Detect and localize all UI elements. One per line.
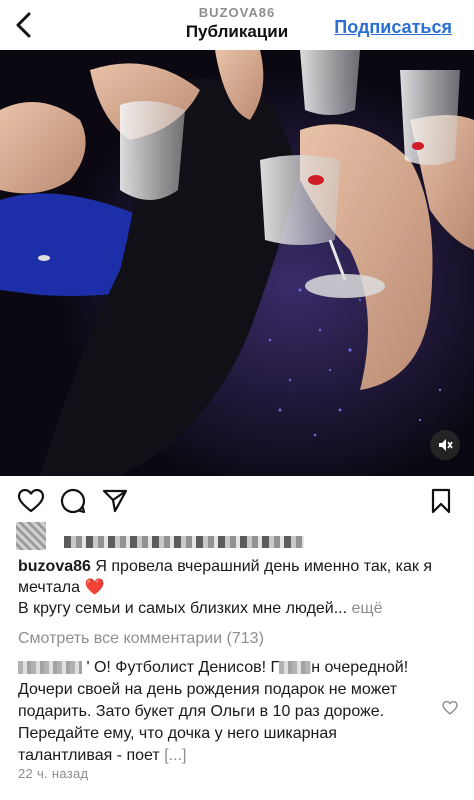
liked-by-row[interactable]: [16, 521, 304, 551]
top-bar: BUZOVA86 Публикации Подписаться: [0, 0, 474, 48]
comment-icon: [60, 488, 86, 514]
heart-icon: [18, 489, 44, 513]
liked-by-text-blurred: [64, 536, 304, 548]
share-button[interactable]: [100, 486, 130, 516]
comment-button[interactable]: [58, 486, 88, 516]
heart-emoji-icon: ❤️: [84, 579, 105, 596]
heart-outline-icon: [442, 701, 458, 715]
save-button[interactable]: [426, 486, 456, 516]
post-caption: buzova86 Я провела вчерашний день именно…: [18, 556, 458, 598]
comment-text-blurred: [279, 661, 312, 675]
comment-text-start: ' О! Футболист Денисов! Г: [86, 659, 280, 676]
view-all-comments-link[interactable]: Смотреть все комментарии (713): [18, 628, 264, 649]
bookmark-icon: [431, 488, 451, 514]
post-actions: [0, 486, 474, 516]
caption-author[interactable]: buzova86: [18, 558, 91, 575]
caption-text-line2: В кругу семьи и самых близких мне людей.…: [18, 600, 348, 617]
send-icon: [102, 489, 128, 513]
comment-item: ' О! Футболист Денисов! Гн очередной! До…: [18, 657, 428, 767]
post-video[interactable]: [0, 50, 474, 476]
sound-off-icon: [439, 439, 453, 451]
caption-more-link[interactable]: ещё: [352, 600, 383, 617]
avatar: [16, 522, 46, 550]
caption-line2: В кругу семьи и самых близких мне людей.…: [18, 598, 458, 619]
comment-author-blurred[interactable]: [18, 661, 82, 675]
post-timestamp: 22 ч. назад: [18, 766, 89, 781]
comment-more-link[interactable]: [...]: [164, 747, 186, 764]
subscribe-button[interactable]: Подписаться: [334, 17, 452, 38]
video-frame-image: [0, 50, 474, 476]
like-button[interactable]: [16, 486, 46, 516]
comment-like-button[interactable]: [440, 698, 460, 718]
sound-toggle-button[interactable]: [430, 430, 460, 460]
